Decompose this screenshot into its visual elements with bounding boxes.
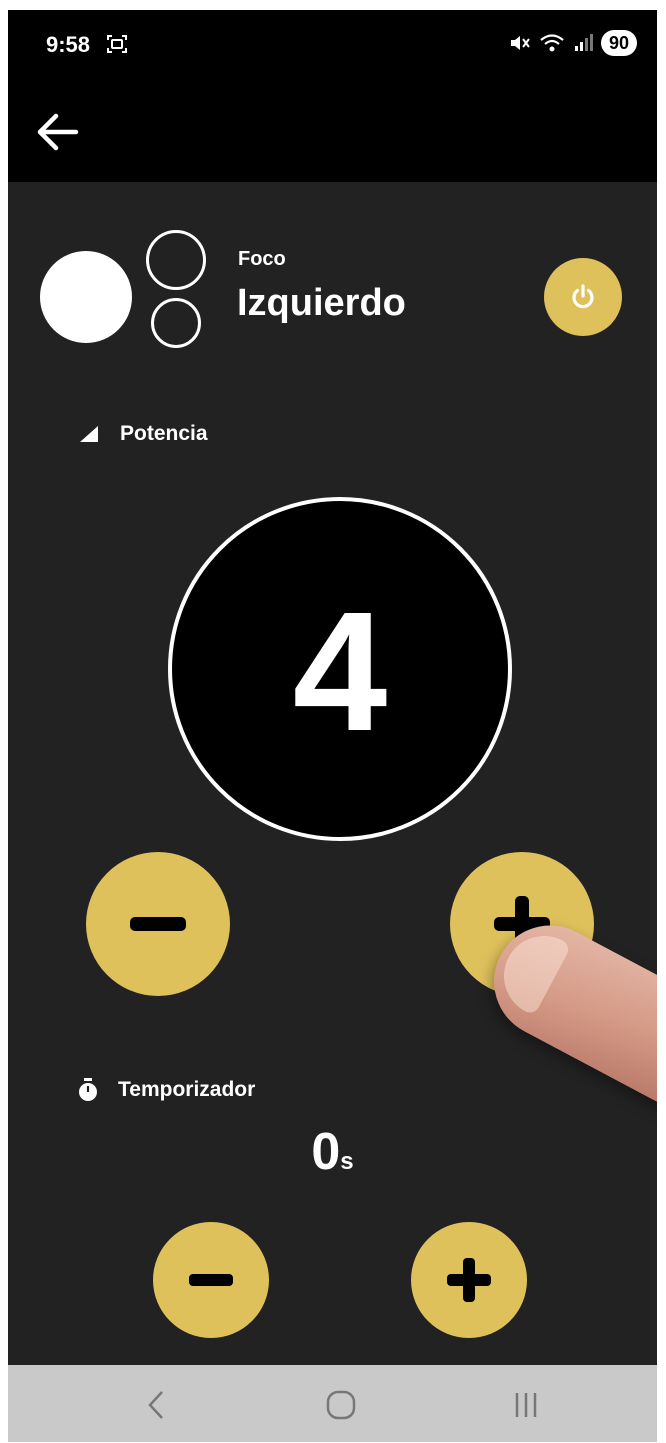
timer-increase-button[interactable] [411, 1222, 527, 1338]
system-nav-bar [8, 1365, 657, 1442]
power-decrease-button[interactable] [86, 852, 230, 996]
lamp-left-indicator[interactable] [40, 251, 132, 343]
app-bar [8, 82, 657, 182]
nav-back-button[interactable] [126, 1383, 186, 1427]
power-section-label: Potencia [78, 422, 208, 446]
timer-decrease-button[interactable] [153, 1222, 269, 1338]
battery-badge: 90 [600, 30, 637, 56]
minus-icon [189, 1274, 233, 1286]
app-screen: 9:58 90 Foco Izquierdo Potencia 4 Tempor… [8, 10, 657, 1442]
power-icon [572, 284, 594, 309]
power-level-value: 4 [292, 577, 388, 767]
recents-icon [515, 1393, 537, 1417]
chevron-left-icon [148, 1391, 163, 1419]
nav-recents-button[interactable] [496, 1383, 556, 1427]
timer-value: 0 [311, 1123, 341, 1181]
device-type-label: Foco [238, 248, 286, 270]
screenshot-icon [107, 35, 127, 53]
power-level-display: 4 [168, 497, 512, 841]
home-icon [326, 1390, 356, 1420]
power-section-title: Potencia [120, 422, 208, 445]
timer-section-title: Temporizador [118, 1078, 256, 1101]
timer-display: 0s [8, 1122, 657, 1182]
status-bar: 9:58 90 [8, 10, 657, 82]
mute-icon [510, 36, 530, 50]
lamp-top-indicator[interactable] [146, 230, 206, 290]
timer-unit: s [340, 1148, 354, 1175]
timer-section-label: Temporizador [78, 1078, 255, 1102]
minus-icon [130, 917, 186, 931]
stopwatch-icon [79, 1078, 97, 1101]
back-button[interactable] [30, 108, 86, 156]
nav-home-button[interactable] [311, 1383, 371, 1427]
status-time: 9:58 [46, 32, 91, 57]
main-content: Foco Izquierdo Potencia 4 Temporizador 0… [8, 182, 657, 1365]
device-name: Izquierdo [237, 282, 406, 324]
arrow-left-icon [37, 113, 79, 151]
power-button[interactable] [544, 258, 622, 336]
signal-triangle-icon [80, 426, 98, 442]
signal-icon [574, 34, 593, 51]
status-icons: 90 [509, 30, 637, 56]
plus-icon [447, 1258, 491, 1302]
wifi-icon [540, 34, 564, 52]
lamp-bottom-indicator[interactable] [151, 298, 201, 348]
